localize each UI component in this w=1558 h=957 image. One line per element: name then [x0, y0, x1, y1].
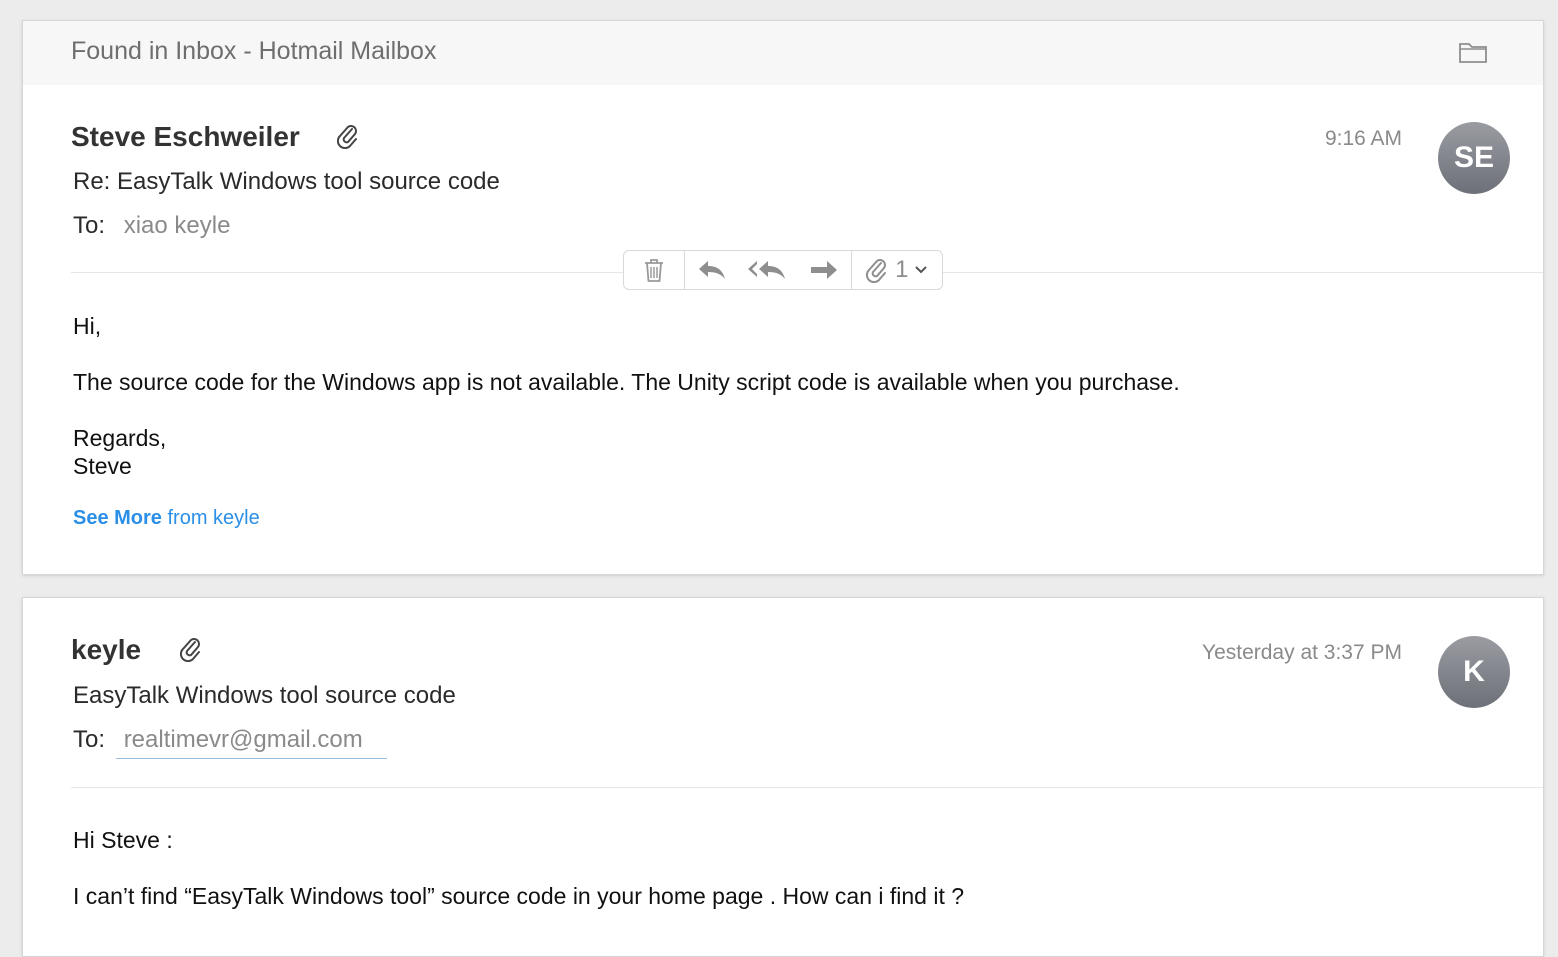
sender-name: Steve Eschweiler [71, 121, 300, 152]
recipient-address[interactable]: realtimevr@gmail.com [115, 726, 387, 759]
see-more-bold: See More [73, 507, 162, 529]
recipient-row: To: xiao keyle [73, 212, 230, 240]
body-paragraph: The source code for the Windows app is n… [73, 369, 1180, 395]
message-card: keyle Yesterday at 3:37 PM K EasyTalk Wi… [22, 597, 1544, 957]
attachment-count: 1 [895, 256, 909, 283]
divider [71, 787, 1543, 788]
forward-button[interactable] [797, 258, 851, 282]
chevron-down-icon [915, 266, 928, 274]
attachment-indicator-icon [337, 125, 357, 149]
message-toolbar: 1 [623, 250, 943, 290]
body-paragraph: I can’t find “EasyTalk Windows tool” sou… [73, 883, 965, 909]
attachment-indicator-icon [180, 638, 200, 662]
see-more-rest: from keyle [161, 507, 260, 529]
reply-all-icon [747, 261, 785, 279]
message-body: Hi, The source code for the Windows app … [73, 312, 1180, 480]
body-regards: Regards, [73, 425, 167, 451]
reply-button[interactable] [685, 258, 739, 282]
message-time: 9:16 AM [1324, 127, 1402, 150]
body-greeting: Hi, [73, 313, 102, 339]
avatar: SE [1438, 122, 1510, 194]
recipient-name[interactable]: xiao keyle [124, 212, 231, 239]
reply-all-button[interactable] [739, 258, 797, 282]
message-card: Found in Inbox - Hotmail Mailbox Steve E… [22, 20, 1544, 575]
paperclip-icon [866, 259, 887, 283]
message-subject: Re: EasyTalk Windows tool source code [73, 168, 500, 195]
message-body: Hi Steve : I can’t find “EasyTalk Window… [73, 826, 964, 910]
to-label: To: [73, 726, 106, 753]
found-in-header: Found in Inbox - Hotmail Mailbox [23, 21, 1543, 85]
folder-icon[interactable] [1458, 40, 1488, 64]
found-in-label: Found in Inbox - Hotmail Mailbox [71, 37, 437, 65]
avatar: K [1438, 636, 1510, 708]
recipient-row: To: realtimevr@gmail.com [73, 726, 387, 759]
see-more-link[interactable]: See More from keyle [73, 507, 260, 530]
message-subject: EasyTalk Windows tool source code [73, 682, 456, 709]
trash-button[interactable] [643, 257, 665, 283]
sender-name: keyle [71, 634, 142, 665]
attachments-button[interactable]: 1 [865, 256, 928, 284]
reply-icon [698, 261, 725, 279]
trash-icon [644, 259, 663, 282]
to-label: To: [73, 212, 106, 239]
body-signature: Steve [73, 453, 132, 479]
message-time: Yesterday at 3:37 PM [1201, 641, 1402, 664]
forward-icon [810, 261, 837, 279]
body-greeting: Hi Steve : [73, 827, 173, 853]
